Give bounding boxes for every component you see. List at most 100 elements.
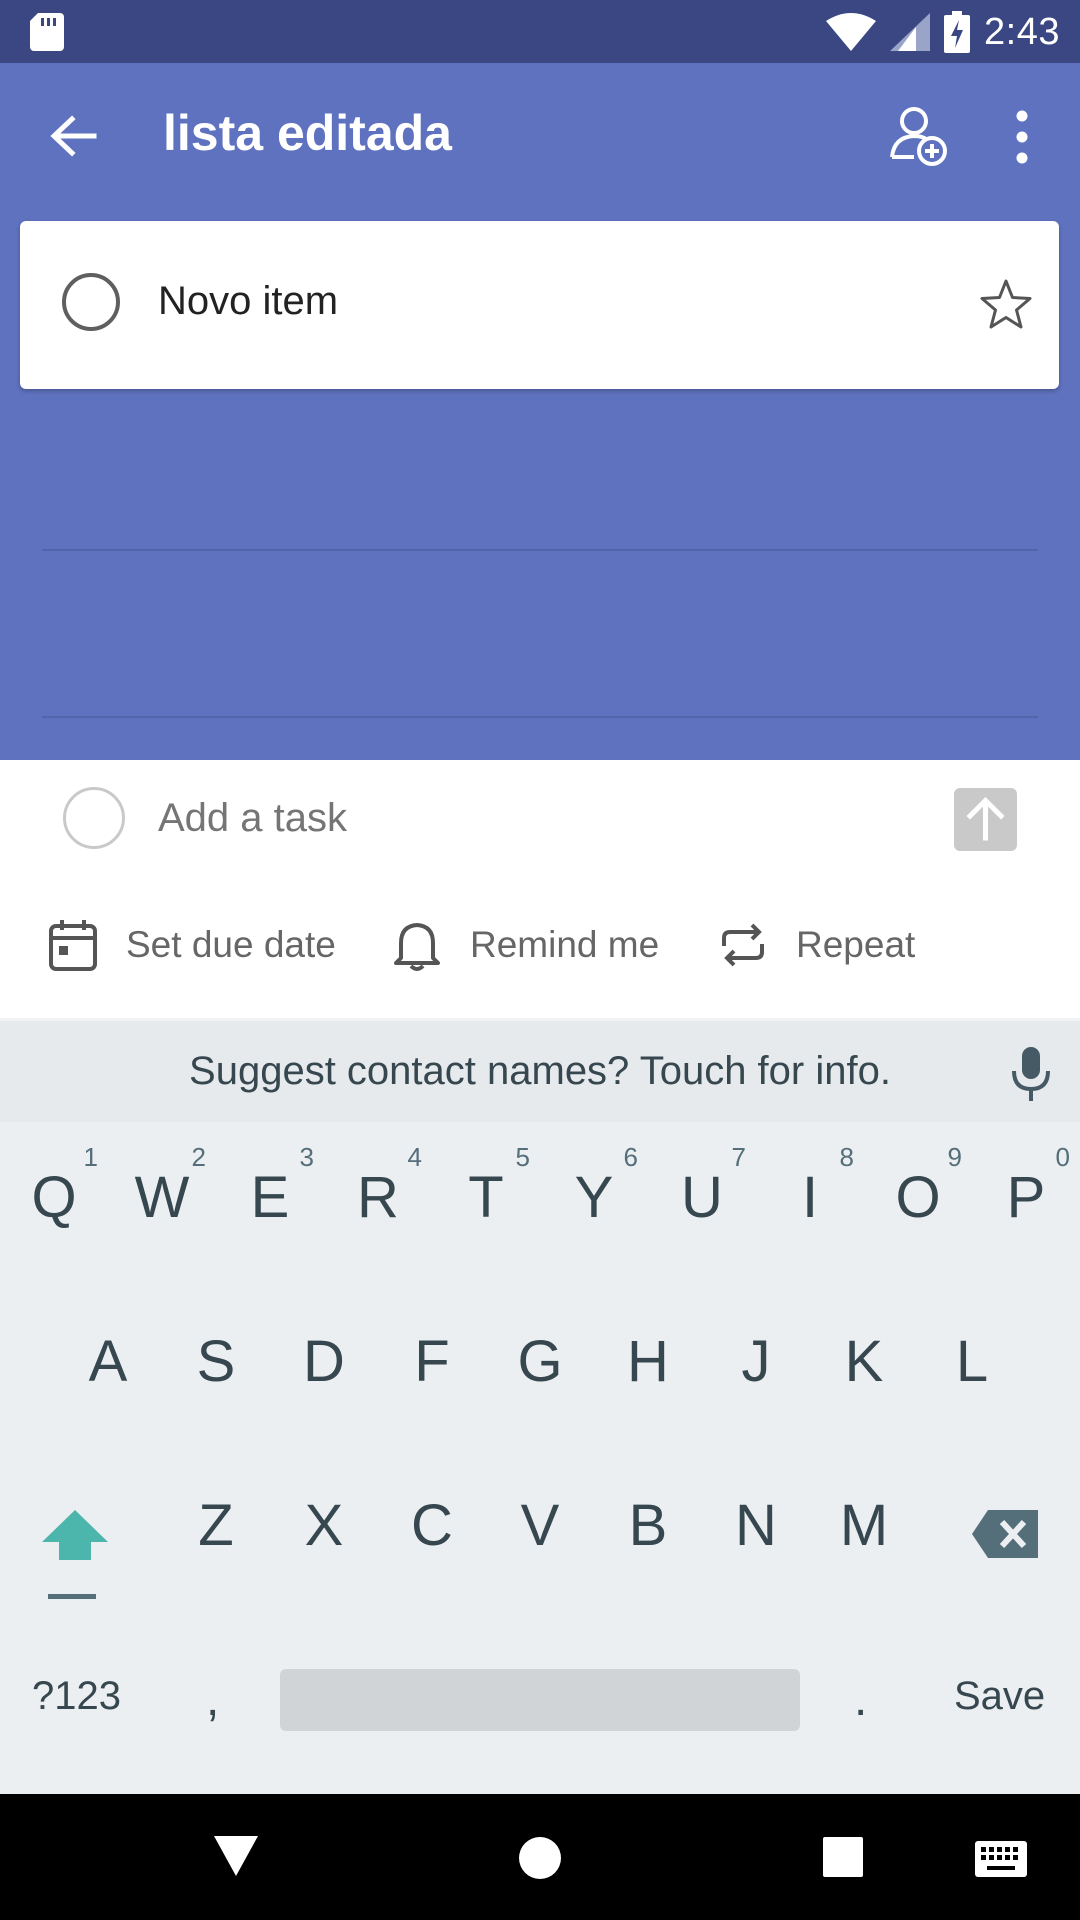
backspace-icon[interactable]	[972, 1510, 1038, 1558]
key-b[interactable]: B	[594, 1492, 702, 1559]
key-label: T	[468, 1165, 504, 1230]
key-m[interactable]: M	[810, 1492, 918, 1559]
shift-icon[interactable]	[42, 1510, 108, 1600]
status-time: 2:43	[984, 10, 1060, 53]
key-h[interactable]: H	[594, 1328, 702, 1395]
key-k[interactable]: K	[810, 1328, 918, 1395]
key-t[interactable]: T5	[432, 1142, 540, 1231]
key-number-hint: 2	[191, 1142, 206, 1172]
repeat-icon	[722, 923, 764, 967]
set-due-date-label: Set due date	[126, 924, 336, 965]
back-triangle-icon[interactable]	[214, 1836, 258, 1876]
key-j[interactable]: J	[702, 1328, 810, 1395]
key-label: W	[134, 1165, 190, 1230]
key-label: I	[801, 1165, 819, 1230]
key-label: Q	[31, 1165, 77, 1230]
key-z[interactable]: Z	[162, 1492, 270, 1559]
key-d[interactable]: D	[270, 1328, 378, 1395]
set-due-date-button[interactable]: Set due date	[48, 900, 336, 990]
key-f[interactable]: F	[378, 1328, 486, 1395]
key-label: E	[250, 1165, 290, 1230]
key-label: L	[955, 1329, 989, 1394]
wifi-icon	[826, 13, 877, 51]
key-u[interactable]: U7	[648, 1142, 756, 1231]
key-number-hint: 0	[1055, 1142, 1070, 1172]
more-options-icon[interactable]	[1004, 107, 1040, 167]
key-s[interactable]: S	[162, 1328, 270, 1395]
key-g[interactable]: G	[486, 1328, 594, 1395]
symbols-key[interactable]: ?123	[32, 1674, 121, 1719]
star-icon[interactable]	[978, 277, 1034, 333]
key-w[interactable]: W2	[108, 1142, 216, 1231]
remind-me-button[interactable]: Remind me	[392, 900, 659, 990]
home-circle-icon[interactable]	[518, 1836, 562, 1880]
key-y[interactable]: Y6	[540, 1142, 648, 1231]
keyboard: Q1W2E3R4T5Y6U7I8O9P0 ASDFGHJKL ZXCVBNM ?…	[0, 1122, 1080, 1794]
period-key[interactable]: .	[854, 1672, 867, 1727]
repeat-button[interactable]: Repeat	[718, 900, 915, 990]
app-bar: lista editada	[0, 63, 1080, 207]
status-bar: 2:43	[0, 0, 1080, 63]
key-number-hint: 4	[407, 1142, 422, 1172]
key-q[interactable]: Q1	[0, 1142, 108, 1231]
space-key[interactable]	[280, 1669, 800, 1731]
key-number-hint: 3	[299, 1142, 314, 1172]
key-label: C	[411, 1493, 453, 1558]
repeat-label: Repeat	[796, 924, 916, 965]
task-title: Novo item	[158, 279, 339, 323]
add-task-panel: Set due date Remind me Repeat	[0, 760, 1080, 1018]
comma-key[interactable]: ,	[206, 1672, 219, 1727]
key-l[interactable]: L	[918, 1328, 1026, 1395]
key-label: G	[517, 1329, 563, 1394]
key-number-hint: 5	[515, 1142, 530, 1172]
add-task-input[interactable]	[158, 796, 858, 841]
add-task-submit-icon[interactable]	[954, 788, 1017, 851]
cell-signal-icon	[890, 13, 931, 51]
key-label: P	[1006, 1165, 1046, 1230]
key-x[interactable]: X	[270, 1492, 378, 1559]
key-o[interactable]: O9	[864, 1142, 972, 1231]
keyboard-suggestion-strip[interactable]: Suggest contact names? Touch for info.	[0, 1018, 1080, 1122]
navigation-bar	[0, 1794, 1080, 1920]
key-number-hint: 9	[947, 1142, 962, 1172]
key-v[interactable]: V	[486, 1492, 594, 1559]
key-label: F	[414, 1329, 450, 1394]
key-number-hint: 1	[83, 1142, 98, 1172]
suggestion-text[interactable]: Suggest contact names? Touch for info.	[0, 1049, 1080, 1094]
key-label: B	[628, 1493, 668, 1558]
key-label: M	[839, 1493, 889, 1558]
key-label: J	[741, 1329, 771, 1394]
key-p[interactable]: P0	[972, 1142, 1080, 1231]
key-label: R	[357, 1165, 399, 1230]
microphone-icon[interactable]	[1010, 1047, 1052, 1101]
key-label: H	[627, 1329, 669, 1394]
key-label: O	[895, 1165, 941, 1230]
key-label: V	[520, 1493, 560, 1558]
key-a[interactable]: A	[54, 1328, 162, 1395]
battery-charging-icon	[944, 11, 971, 53]
key-label: A	[88, 1329, 128, 1394]
key-label: Z	[198, 1493, 234, 1558]
new-task-circle	[63, 787, 125, 849]
list-divider	[42, 716, 1038, 718]
list-divider	[42, 549, 1038, 551]
key-n[interactable]: N	[702, 1492, 810, 1559]
task-item[interactable]: Novo item	[20, 221, 1059, 389]
add-member-icon[interactable]	[888, 105, 950, 167]
key-label: X	[304, 1493, 344, 1558]
key-label: D	[303, 1329, 345, 1394]
key-label: N	[735, 1493, 777, 1558]
recents-square-icon[interactable]	[823, 1837, 863, 1877]
key-number-hint: 6	[623, 1142, 638, 1172]
save-key[interactable]: Save	[954, 1674, 1045, 1719]
key-label: U	[681, 1165, 723, 1230]
bell-icon	[394, 923, 440, 971]
key-e[interactable]: E3	[216, 1142, 324, 1231]
back-arrow-icon[interactable]	[48, 111, 98, 161]
key-r[interactable]: R4	[324, 1142, 432, 1231]
task-complete-checkbox[interactable]	[62, 273, 120, 331]
key-number-hint: 8	[839, 1142, 854, 1172]
key-c[interactable]: C	[378, 1492, 486, 1559]
keyboard-switch-icon[interactable]	[975, 1841, 1027, 1877]
key-i[interactable]: I8	[756, 1142, 864, 1231]
